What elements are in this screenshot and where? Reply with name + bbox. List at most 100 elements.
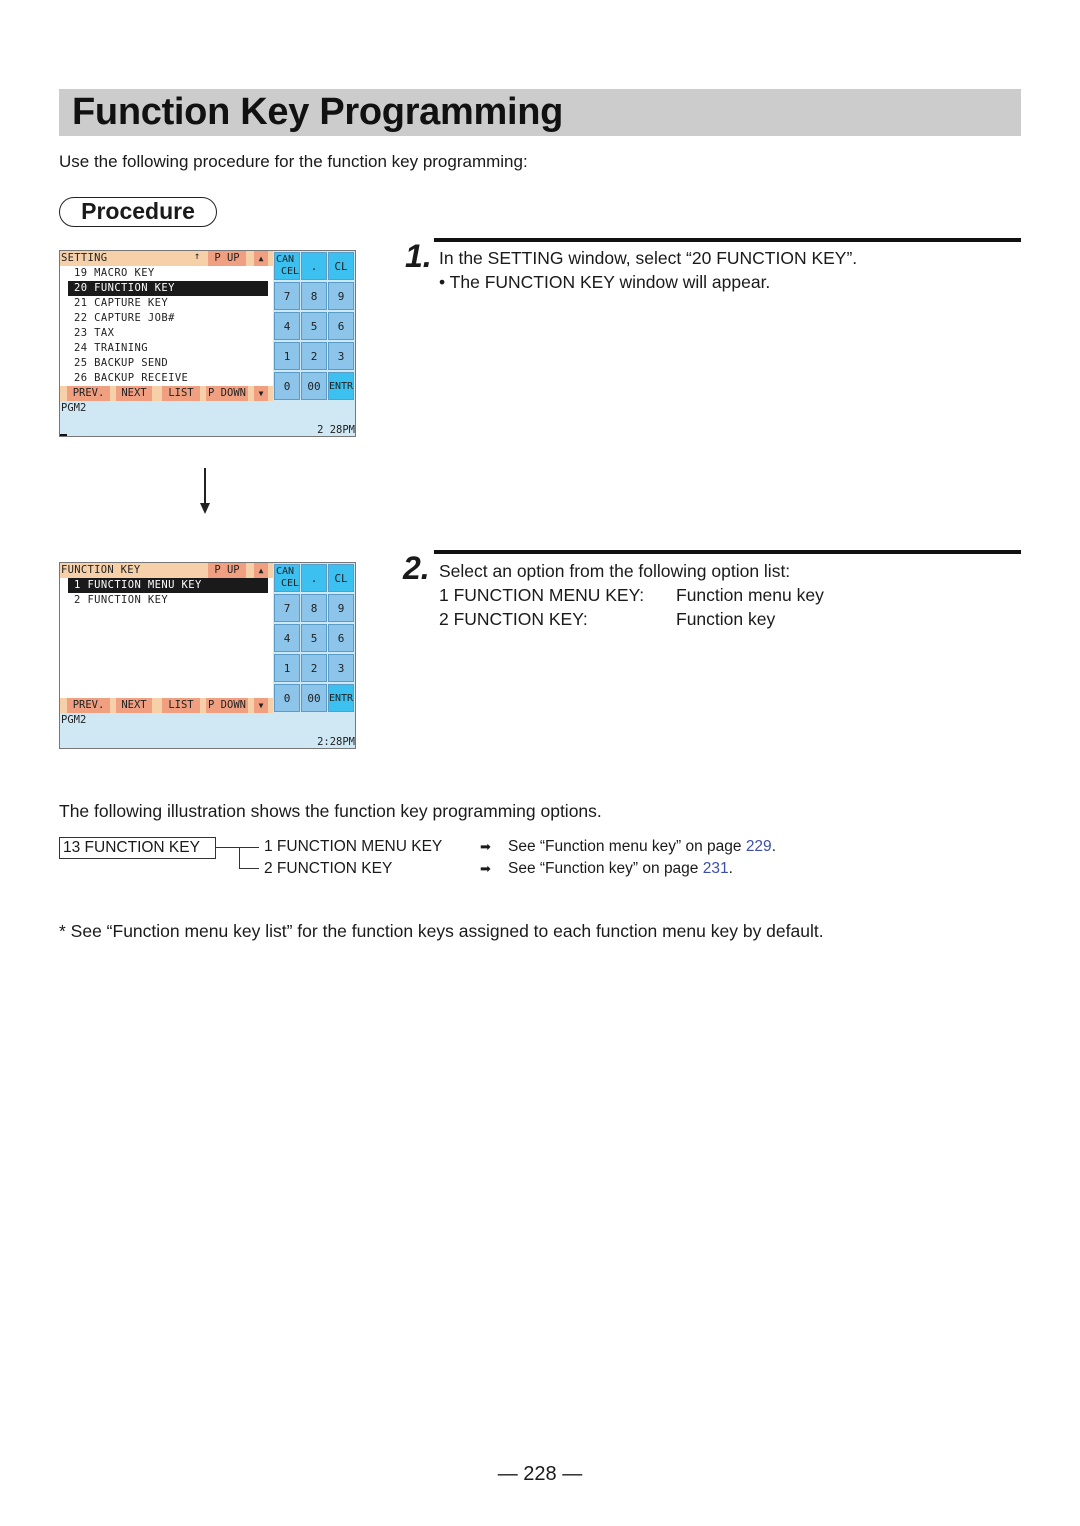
- list-item[interactable]: 23 TAX: [68, 326, 268, 341]
- cancel-key[interactable]: CAN CEL: [274, 252, 300, 280]
- footnote: * See “Function menu key list” for the f…: [59, 921, 824, 941]
- mode-indicator: PGM2: [61, 714, 87, 726]
- tree-connector: [216, 847, 259, 848]
- key-6[interactable]: 6: [328, 624, 354, 652]
- down-arrow-icon: [200, 503, 210, 514]
- screen-header: FUNCTION KEY P UP ▲: [60, 563, 273, 578]
- tree-branch-label: 1 FUNCTION MENU KEY: [264, 838, 443, 855]
- ref-text: See “Function menu key” on page: [508, 838, 746, 855]
- step-1-bullet: • The FUNCTION KEY window will appear.: [439, 272, 771, 292]
- key-6[interactable]: 6: [328, 312, 354, 340]
- list-button[interactable]: LIST: [162, 698, 200, 713]
- scroll-up-button[interactable]: ▲: [254, 563, 268, 578]
- key-00[interactable]: 00: [301, 684, 327, 712]
- page-down-button[interactable]: P DOWN: [206, 386, 248, 401]
- tree-branch-ref: See “Function menu key” on page 229.: [508, 837, 776, 857]
- step-2-rule: [434, 550, 1021, 554]
- function-key-screen: FUNCTION KEY P UP ▲ 1 FUNCTION MENU KEY …: [59, 562, 356, 749]
- scroll-down-button[interactable]: ▼: [254, 386, 268, 401]
- next-button[interactable]: NEXT: [116, 698, 152, 713]
- setting-screen: SETTING ↑ P UP ▲ 19 MACRO KEY 20 FUNCTIO…: [59, 250, 356, 437]
- page-down-button[interactable]: P DOWN: [206, 698, 248, 713]
- keypad: CAN CEL . CL 7 8 9 4 5 6 1 2 3 0 00 ENTR: [273, 563, 355, 713]
- key-4[interactable]: 4: [274, 624, 300, 652]
- prev-button[interactable]: PREV.: [67, 698, 110, 713]
- list-item[interactable]: 24 TRAINING: [68, 341, 268, 356]
- clear-key[interactable]: CL: [328, 252, 354, 280]
- key-1[interactable]: 1: [274, 654, 300, 682]
- intro-text: Use the following procedure for the func…: [59, 152, 528, 171]
- key-00[interactable]: 00: [301, 372, 327, 400]
- option-key: 1 FUNCTION MENU KEY:: [439, 585, 645, 605]
- mode-indicator: PGM2: [61, 402, 87, 414]
- tree-root: 13 FUNCTION KEY: [59, 837, 216, 859]
- flow-arrow-line: [204, 468, 206, 506]
- list-item[interactable]: 19 MACRO KEY: [68, 266, 268, 281]
- page-up-button[interactable]: P UP: [208, 563, 246, 578]
- ref-text: See “Function key” on page: [508, 860, 703, 877]
- ref-suffix: .: [728, 860, 733, 877]
- prev-button[interactable]: PREV.: [67, 386, 110, 401]
- tree-branch-ref: See “Function key” on page 231.: [508, 859, 733, 879]
- step-1-number: 1.: [405, 238, 432, 274]
- function-key-list: 1 FUNCTION MENU KEY 2 FUNCTION KEY: [68, 578, 268, 608]
- up-arrow-icon: ↑: [194, 251, 201, 262]
- page-number: — 228 —: [497, 1463, 583, 1485]
- key-5[interactable]: 5: [301, 312, 327, 340]
- key-4[interactable]: 4: [274, 312, 300, 340]
- key-2[interactable]: 2: [301, 342, 327, 370]
- list-item[interactable]: 26 BACKUP RECEIVE: [68, 371, 268, 386]
- scroll-up-button[interactable]: ▲: [254, 251, 268, 266]
- step-1-rule: [434, 238, 1021, 242]
- illustration-caption: The following illustration shows the fun…: [59, 801, 602, 821]
- screen-header: SETTING ↑ P UP ▲: [60, 251, 273, 266]
- status-bar: PGM2 2:28PM: [60, 713, 355, 748]
- list-item[interactable]: 21 CAPTURE KEY: [68, 296, 268, 311]
- tree-branch-label: 2 FUNCTION KEY: [264, 860, 393, 877]
- dot-key[interactable]: .: [301, 252, 327, 280]
- procedure-badge: Procedure: [59, 197, 217, 227]
- screen-footer: PREV. NEXT LIST P DOWN ▼: [60, 386, 273, 401]
- list-button[interactable]: LIST: [162, 386, 200, 401]
- enter-key[interactable]: ENTR: [328, 684, 354, 712]
- option-desc: Function menu key: [676, 585, 824, 605]
- dot-key[interactable]: .: [301, 564, 327, 592]
- key-3[interactable]: 3: [328, 654, 354, 682]
- page-link[interactable]: 231: [703, 860, 729, 877]
- key-8[interactable]: 8: [301, 594, 327, 622]
- enter-key[interactable]: ENTR: [328, 372, 354, 400]
- cursor-icon: [60, 434, 67, 436]
- list-item[interactable]: 2 FUNCTION KEY: [68, 593, 268, 608]
- cancel-key-bottom: CEL: [280, 578, 299, 589]
- step-1-text: In the SETTING window, select “20 FUNCTI…: [439, 248, 858, 268]
- key-0[interactable]: 0: [274, 372, 300, 400]
- tree-connector: [239, 847, 240, 869]
- right-arrow-icon: ➡: [480, 861, 491, 876]
- scroll-down-button[interactable]: ▼: [254, 698, 268, 713]
- right-arrow-icon: ➡: [480, 839, 491, 854]
- key-3[interactable]: 3: [328, 342, 354, 370]
- page-up-button[interactable]: P UP: [208, 251, 246, 266]
- tree-connector: [239, 868, 259, 869]
- list-item[interactable]: 22 CAPTURE JOB#: [68, 311, 268, 326]
- key-1[interactable]: 1: [274, 342, 300, 370]
- key-9[interactable]: 9: [328, 282, 354, 310]
- key-2[interactable]: 2: [301, 654, 327, 682]
- clear-key[interactable]: CL: [328, 564, 354, 592]
- page-link[interactable]: 229: [746, 838, 772, 855]
- key-5[interactable]: 5: [301, 624, 327, 652]
- key-7[interactable]: 7: [274, 282, 300, 310]
- cancel-key[interactable]: CAN CEL: [274, 564, 300, 592]
- key-7[interactable]: 7: [274, 594, 300, 622]
- list-item-selected[interactable]: 1 FUNCTION MENU KEY: [68, 578, 268, 593]
- key-8[interactable]: 8: [301, 282, 327, 310]
- list-item-selected[interactable]: 20 FUNCTION KEY: [68, 281, 268, 296]
- list-item[interactable]: 25 BACKUP SEND: [68, 356, 268, 371]
- setting-list: 19 MACRO KEY 20 FUNCTION KEY 21 CAPTURE …: [68, 266, 268, 386]
- key-9[interactable]: 9: [328, 594, 354, 622]
- key-0[interactable]: 0: [274, 684, 300, 712]
- clock: 2 28PM: [317, 424, 355, 436]
- ref-suffix: .: [771, 838, 776, 855]
- keypad: CAN CEL . CL 7 8 9 4 5 6 1 2 3 0 00 ENTR: [273, 251, 355, 401]
- next-button[interactable]: NEXT: [116, 386, 152, 401]
